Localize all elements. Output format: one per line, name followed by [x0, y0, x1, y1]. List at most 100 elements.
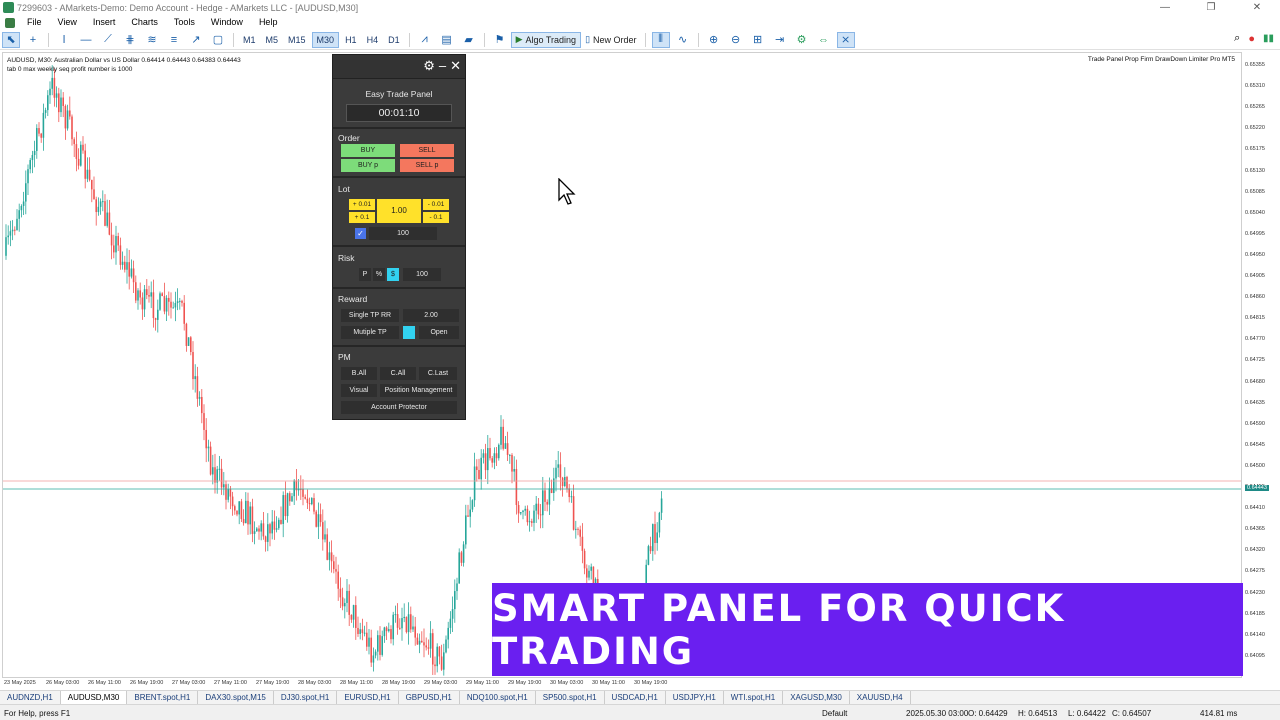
timeframe-m15[interactable]: M15	[284, 32, 310, 48]
rr-value-input[interactable]: 2.00	[403, 309, 459, 322]
close-panel-icon[interactable]: ✕	[450, 58, 461, 74]
maximize-button[interactable]: ❐	[1188, 0, 1234, 15]
risk-dollar-toggle[interactable]: $	[387, 268, 399, 281]
minimize-button[interactable]: —	[1142, 0, 1188, 15]
window-title: 7299603 - AMarkets-Demo: Demo Account - …	[17, 2, 359, 13]
chart-tab[interactable]: DAX30.spot,M15	[198, 691, 274, 704]
sell-button[interactable]: SELL	[400, 144, 454, 157]
indicators-icon[interactable]: ▤	[438, 32, 456, 48]
chart-tab[interactable]: GBPUSD,H1	[399, 691, 460, 704]
risk-percent-toggle[interactable]: %	[373, 268, 385, 281]
gann-icon[interactable]: ↗	[187, 32, 205, 48]
algo-trading-button[interactable]: ▶ Algo Trading	[510, 31, 582, 48]
timeframe-m30[interactable]: M30	[311, 31, 340, 48]
lot-multiplier-input[interactable]: 100	[369, 227, 437, 240]
pitchfork-icon[interactable]: ≡	[165, 32, 183, 48]
chart-tab[interactable]: SP500.spot,H1	[536, 691, 605, 704]
panel-header[interactable]: ⚙ – ✕	[333, 55, 465, 79]
chart-tab[interactable]: AUDUSD,M30	[60, 691, 128, 704]
chart-tab[interactable]: USDJPY,H1	[666, 691, 724, 704]
timeframe-d1[interactable]: D1	[384, 32, 404, 48]
channel-icon[interactable]: ⋕	[121, 32, 139, 48]
horizontal-line-icon[interactable]: —	[77, 32, 95, 48]
timeframe-m1[interactable]: M1	[239, 32, 260, 48]
price-tick-label: 0.65175	[1245, 146, 1265, 153]
zoom-in-icon[interactable]: ⊕	[705, 32, 723, 48]
lot-plus-001-button[interactable]: + 0.01	[349, 199, 375, 210]
menu-view[interactable]: View	[50, 15, 85, 30]
risk-points-toggle[interactable]: P	[359, 268, 371, 281]
mt5-logo-icon	[5, 17, 15, 28]
fibonacci-icon[interactable]: ≋	[143, 32, 161, 48]
chart-tab[interactable]: DJ30.spot,H1	[274, 691, 338, 704]
risk-value-input[interactable]: 100	[403, 268, 441, 281]
buy-all-button[interactable]: B.All	[341, 367, 377, 380]
chart-tab[interactable]: WTI.spot,H1	[724, 691, 784, 704]
lot-minus-01-button[interactable]: - 0.1	[423, 212, 449, 223]
chart-shift-icon[interactable]: ⇥	[771, 32, 789, 48]
menu-help[interactable]: Help	[251, 15, 286, 30]
chart-tab[interactable]: XAUUSD,H4	[850, 691, 911, 704]
buy-button[interactable]: BUY	[341, 144, 395, 157]
close-all-button[interactable]: C.All	[380, 367, 416, 380]
multiple-tp-button[interactable]: Mutiple TP	[341, 326, 399, 339]
trendline-icon[interactable]: ⟋	[99, 32, 117, 48]
timeframe-m5[interactable]: M5	[262, 32, 283, 48]
close-window-button[interactable]: ✕	[1234, 0, 1280, 15]
tile-windows-icon[interactable]: ⊞	[749, 32, 767, 48]
chart-tab[interactable]: BRENT.spot,H1	[127, 691, 199, 704]
open-tp-button[interactable]: Open	[419, 326, 459, 339]
autoscroll-icon[interactable]: ⇔	[815, 32, 833, 48]
time-tick-label: 28 May 19:00	[382, 680, 416, 686]
oscillator-icon[interactable]: ∿	[674, 32, 692, 48]
gear-icon[interactable]: ⚙	[423, 58, 435, 74]
position-management-button[interactable]: Position Management	[380, 384, 457, 397]
depth-of-market-icon[interactable]: ⫴	[651, 31, 670, 48]
price-tick-label: 0.64950	[1245, 251, 1265, 258]
timeframe-h4[interactable]: H4	[363, 32, 383, 48]
buy-pending-button[interactable]: BUY p	[341, 159, 395, 172]
crosshair-icon[interactable]: +	[24, 32, 42, 48]
timeframe-h1[interactable]: H1	[341, 32, 361, 48]
menu-insert[interactable]: Insert	[85, 15, 124, 30]
lot-checkbox[interactable]: ✓	[355, 228, 366, 239]
single-tp-button[interactable]: Single TP RR	[341, 309, 399, 322]
new-order-button[interactable]: ▯ New Order	[581, 32, 640, 48]
lot-value-input[interactable]: 1.00	[377, 199, 421, 223]
shapes-icon[interactable]: ▢	[209, 32, 227, 48]
close-last-button[interactable]: C.Last	[419, 367, 457, 380]
vertical-line-icon[interactable]: ǀ	[55, 32, 73, 48]
settings-icon[interactable]: ⚙	[793, 32, 811, 48]
templates-icon[interactable]: ▰	[460, 32, 478, 48]
zoom-out-icon[interactable]: ⊖	[727, 32, 745, 48]
account-protector-button[interactable]: Account Protector	[341, 401, 457, 414]
menu-window[interactable]: Window	[203, 15, 251, 30]
chart-tab[interactable]: XAGUSD,M30	[783, 691, 850, 704]
visual-button[interactable]: Visual	[341, 384, 377, 397]
price-tick-label: 0.64410	[1245, 505, 1265, 512]
price-tick-label: 0.64500	[1245, 462, 1265, 469]
search-icon[interactable]: ⌕	[1234, 32, 1240, 45]
menu-file[interactable]: File	[19, 15, 50, 30]
notifications-icon[interactable]: ●	[1248, 33, 1255, 45]
chart-tab[interactable]: AUDNZD,H1	[0, 691, 61, 704]
status-profile[interactable]: Default	[822, 709, 847, 718]
menu-charts[interactable]: Charts	[123, 15, 166, 30]
menu-tools[interactable]: Tools	[166, 15, 203, 30]
chart-type-icon[interactable]: ⩘	[416, 32, 434, 48]
minimize-panel-icon[interactable]: –	[439, 58, 446, 74]
chart-tab[interactable]: EURUSD,H1	[337, 691, 399, 704]
toolbar-separator	[233, 32, 234, 47]
price-axis[interactable]: 0.65355 0.65310 0.65265 0.65220 0.65175 0.651…	[1243, 52, 1280, 678]
cursor-icon[interactable]: ⬉	[2, 31, 20, 48]
chart-tab[interactable]: NDQ100.spot,H1	[460, 691, 536, 704]
time-tick-label: 30 May 11:00	[592, 680, 625, 686]
chart-tab[interactable]: USDCAD,H1	[605, 691, 666, 704]
multiple-tp-color-swatch[interactable]	[403, 326, 415, 339]
sell-pending-button[interactable]: SELL p	[400, 159, 454, 172]
lot-plus-01-button[interactable]: + 0.1	[349, 212, 375, 223]
lot-minus-001-button[interactable]: - 0.01	[423, 199, 449, 210]
status-low: L: 0.64422	[1068, 709, 1106, 718]
one-click-trading-icon[interactable]: ⨯	[836, 31, 855, 48]
signals-icon[interactable]: ⚑	[491, 32, 509, 48]
